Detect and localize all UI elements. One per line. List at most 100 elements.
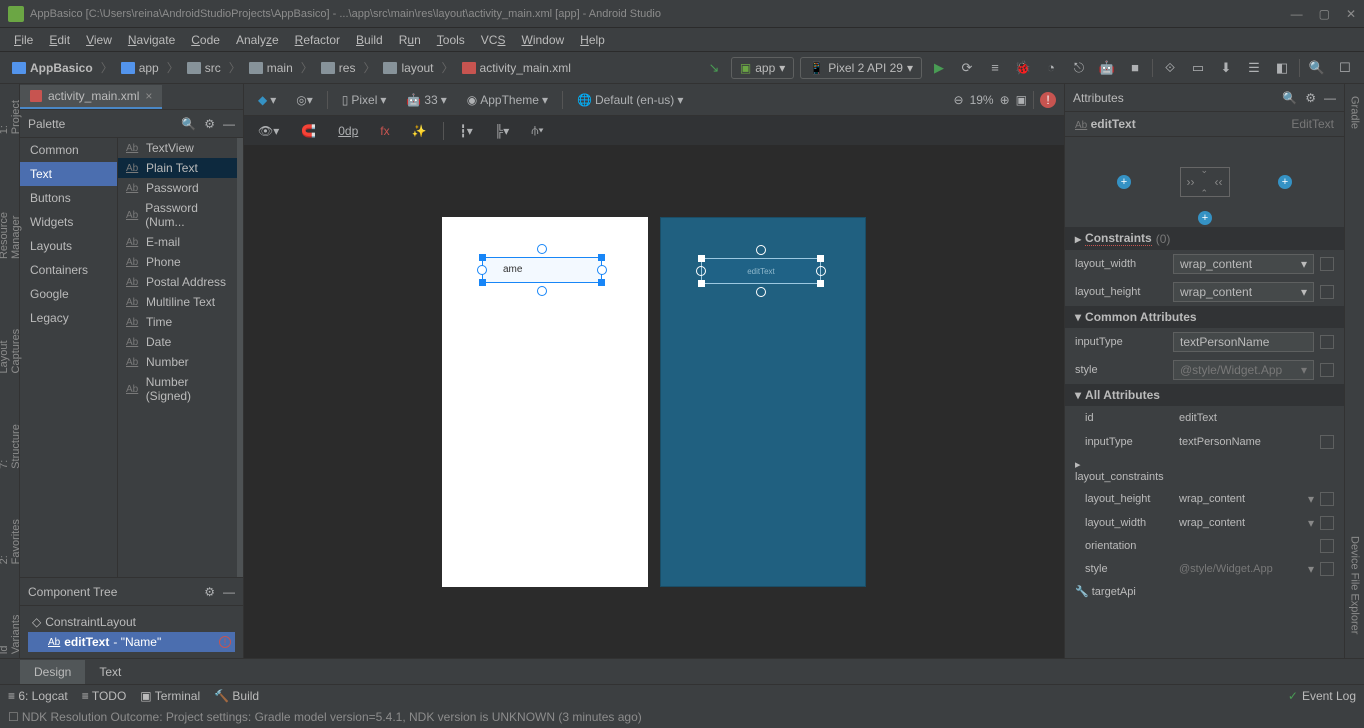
pack-icon[interactable]: ┇▾ (454, 122, 479, 140)
sdk-icon[interactable]: ⬇ (1215, 57, 1237, 79)
debug-icon[interactable]: ≡ (984, 57, 1006, 79)
selected-edittext-blueprint[interactable]: editText (701, 258, 821, 284)
guidelines-icon[interactable]: ⫛▾ (525, 121, 549, 140)
palette-item[interactable]: AbNumber (Signed) (118, 372, 243, 406)
add-constraint-right[interactable]: + (1278, 175, 1292, 189)
tree-hide-icon[interactable]: — (223, 585, 235, 599)
flag-icon[interactable] (1320, 539, 1334, 553)
orientation-selector[interactable]: ◎▾ (290, 91, 319, 109)
palette-item[interactable]: AbTime (118, 312, 243, 332)
clear-constraints-icon[interactable]: fx (374, 122, 395, 140)
attr-search-icon[interactable]: 🔍 (1282, 91, 1297, 105)
layout-width-input[interactable]: wrap_content▾ (1173, 254, 1314, 274)
palette-item[interactable]: AbE-mail (118, 232, 243, 252)
breadcrumb-file[interactable]: activity_main.xml (458, 59, 575, 77)
menu-tools[interactable]: Tools (431, 31, 471, 49)
palette-item[interactable]: AbNumber (118, 352, 243, 372)
sidetab-layout-captures[interactable]: Layout Captures (0, 303, 24, 377)
minimize-button[interactable]: — (1291, 7, 1303, 21)
menu-code[interactable]: Code (185, 31, 226, 49)
tree-settings-icon[interactable]: ⚙ (204, 585, 215, 599)
component-tree-body[interactable]: ◇ConstraintLayout Ab editText - "Name" ! (20, 606, 243, 658)
menu-view[interactable]: View (80, 31, 118, 49)
palette-item[interactable]: AbPostal Address (118, 272, 243, 292)
locale-selector[interactable]: 🌐 Default (en-us) ▾ (571, 91, 689, 109)
breadcrumb-res[interactable]: res (317, 59, 360, 77)
status-build[interactable]: 🔨 Build (214, 689, 259, 703)
palette-item[interactable]: AbTextView (118, 138, 243, 158)
user-icon[interactable]: ☐ (1334, 57, 1356, 79)
run-button[interactable]: ▶ (928, 57, 950, 79)
menu-navigate[interactable]: Navigate (122, 31, 181, 49)
palette-item[interactable]: AbPassword (Num... (118, 198, 243, 232)
warning-icon[interactable]: ! (219, 636, 231, 648)
file-tab-close-icon[interactable]: × (145, 89, 152, 103)
breadcrumb-app[interactable]: app (117, 59, 163, 77)
selected-edittext-design[interactable]: ame (482, 257, 602, 283)
resize-handle[interactable] (479, 279, 486, 286)
flag-icon[interactable] (1320, 562, 1334, 576)
constraints-section[interactable]: ▸ Constraints (0) (1065, 227, 1344, 250)
add-constraint-bottom[interactable]: + (1198, 211, 1212, 225)
align-icon[interactable]: ╠▾ (489, 122, 516, 140)
resize-handle[interactable] (817, 280, 824, 287)
palette-cat-containers[interactable]: Containers (20, 258, 117, 282)
canvas-area[interactable]: ame editText (244, 146, 1064, 658)
palette-search-icon[interactable]: 🔍 (181, 117, 196, 131)
palette-cat-layouts[interactable]: Layouts (20, 234, 117, 258)
palette-cat-widgets[interactable]: Widgets (20, 210, 117, 234)
default-margin[interactable]: 0dp (332, 122, 364, 140)
status-logcat[interactable]: ≡ 6: Logcat (8, 689, 68, 703)
palette-cat-text[interactable]: Text (20, 162, 117, 186)
zoom-fit-button[interactable]: ▣ (1016, 93, 1027, 107)
palette-item[interactable]: AbDate (118, 332, 243, 352)
constraint-handle[interactable] (756, 245, 766, 255)
style-input[interactable]: @style/Widget.App▾ (1173, 360, 1314, 380)
resize-handle[interactable] (817, 255, 824, 262)
flag-icon[interactable] (1320, 435, 1334, 449)
resize-handle[interactable] (698, 280, 705, 287)
attr-settings-icon[interactable]: ⚙ (1305, 91, 1316, 105)
magnet-icon[interactable]: 🧲 (295, 122, 322, 140)
add-constraint-left[interactable]: + (1117, 175, 1131, 189)
theme-selector[interactable]: ◉ AppTheme ▾ (461, 91, 554, 109)
run-config-selector[interactable]: ▣app▾ (731, 57, 794, 79)
breadcrumb-layout[interactable]: layout (379, 59, 437, 77)
blueprint-surface[interactable]: editText (660, 217, 866, 587)
palette-item[interactable]: AbPlain Text (118, 158, 243, 178)
apply-changes-icon[interactable]: ⟳ (956, 57, 978, 79)
menu-edit[interactable]: Edit (43, 31, 76, 49)
palette-item[interactable]: AbPhone (118, 252, 243, 272)
menu-help[interactable]: Help (574, 31, 611, 49)
make-project-icon[interactable]: ↘ (703, 57, 725, 79)
menu-build[interactable]: Build (350, 31, 389, 49)
zoom-out-button[interactable]: ⊖ (954, 93, 964, 107)
file-tab-item[interactable]: activity_main.xml × (20, 85, 162, 109)
palette-settings-icon[interactable]: ⚙ (204, 117, 215, 131)
all-attributes-section[interactable]: ▾ All Attributes (1065, 384, 1344, 406)
flag-icon[interactable] (1320, 335, 1334, 349)
constraint-box[interactable]: ›› ‹‹ ⌄ ⌃ (1180, 167, 1230, 197)
constraint-handle[interactable] (537, 286, 547, 296)
flag-icon[interactable] (1320, 363, 1334, 377)
resize-handle[interactable] (698, 255, 705, 262)
common-attributes-section[interactable]: ▾ Common Attributes (1065, 306, 1344, 328)
profiler-icon[interactable]: ◔ (1040, 57, 1062, 79)
flag-icon[interactable] (1320, 516, 1334, 530)
palette-hide-icon[interactable]: — (223, 117, 235, 131)
sidetab-structure[interactable]: 7: Structure (0, 418, 24, 473)
resource-manager-icon[interactable]: ◧ (1271, 57, 1293, 79)
debug-button[interactable]: 🐞 (1012, 57, 1034, 79)
breadcrumb-src[interactable]: src (183, 59, 225, 77)
constraint-handle[interactable] (756, 287, 766, 297)
constraint-handle[interactable] (597, 265, 607, 275)
breadcrumb-project[interactable]: AppBasico (8, 59, 97, 77)
palette-items[interactable]: AbTextView AbPlain Text AbPassword AbPas… (118, 138, 243, 577)
palette-item[interactable]: AbMultiline Text (118, 292, 243, 312)
menu-analyze[interactable]: Analyze (230, 31, 285, 49)
constraint-widget[interactable]: + ›› ‹‹ ⌄ ⌃ + + (1065, 137, 1344, 227)
palette-cat-buttons[interactable]: Buttons (20, 186, 117, 210)
sidetab-resource-manager[interactable]: Resource Manager (0, 178, 24, 263)
avd-icon[interactable]: ▭ (1187, 57, 1209, 79)
constraint-handle[interactable] (696, 266, 706, 276)
